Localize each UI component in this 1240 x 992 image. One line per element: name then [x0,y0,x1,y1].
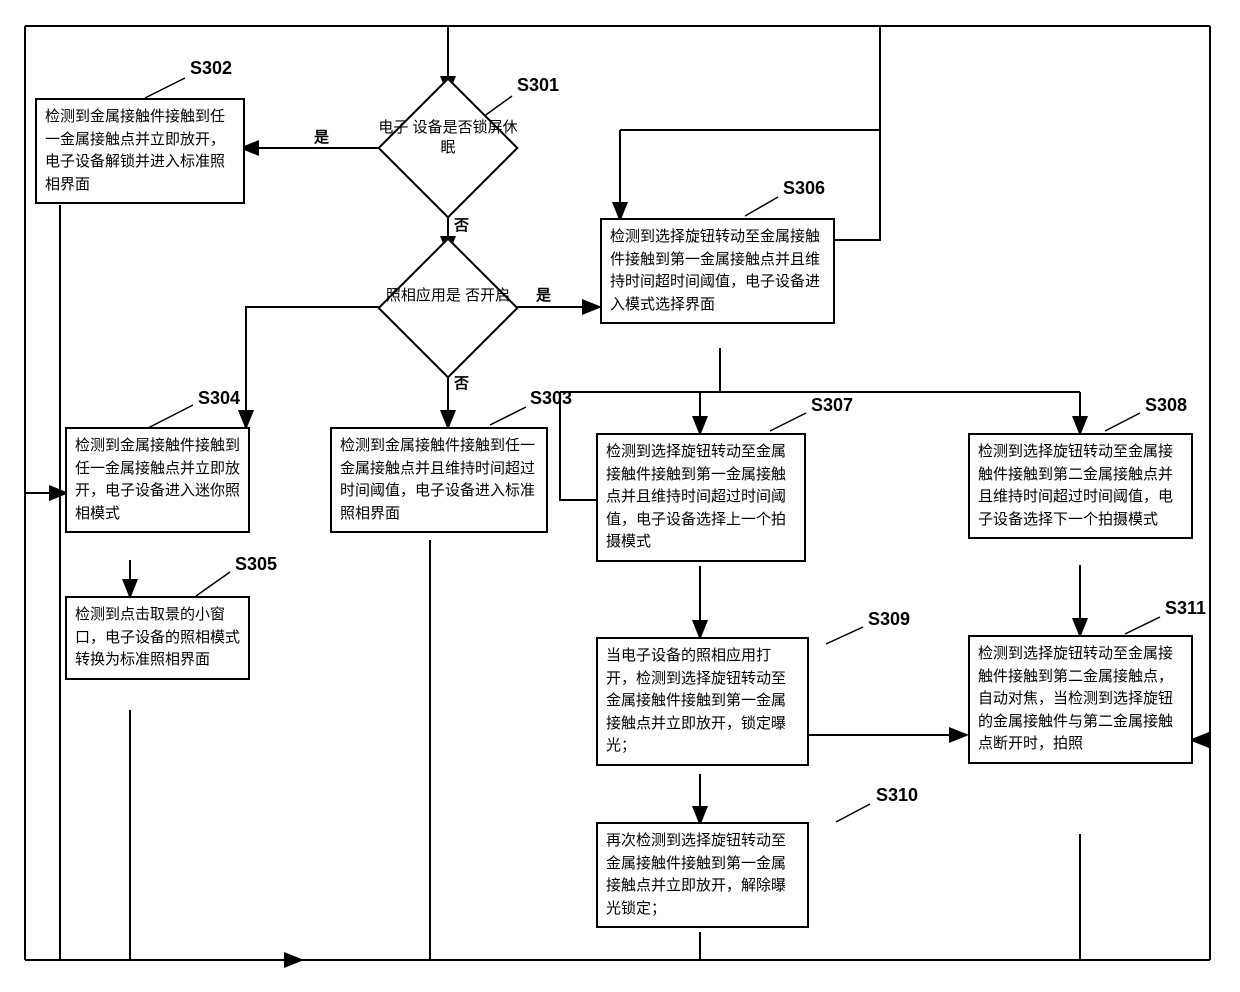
label-s306: S306 [783,178,825,199]
box-s306-text: 检测到选择旋钮转动至金属接触件接触到第一金属接触点并且维持时间超时间阈值，电子设… [610,228,820,313]
box-s308-text: 检测到选择旋钮转动至金属接触件接触到第二金属接触点并且维持时间超过时间阈值，电子… [978,443,1173,528]
box-s304: 检测到金属接触件接触到任一金属接触点并立即放开，电子设备进入迷你照相模式 [65,427,250,533]
box-s309: 当电子设备的照相应用打开，检测到选择旋钮转动至金属接触件接触到第一金属接触点并立… [596,637,809,766]
box-s305-text: 检测到点击取景的小窗口，电子设备的照相模式转换为标准照相界面 [75,606,240,668]
label-s307: S307 [811,395,853,416]
box-s302: 检测到金属接触件接触到任一金属接触点并立即放开，电子设备解锁并进入标准照相界面 [35,98,245,204]
decision-d1-text: 电子 设备是否锁屏休 眠 [378,118,518,157]
label-s311: S311 [1165,598,1206,619]
box-s308: 检测到选择旋钮转动至金属接触件接触到第二金属接触点并且维持时间超过时间阈值，电子… [968,433,1193,539]
box-s303-text: 检测到金属接触件接触到任一金属接触点并且维持时间超过时间阈值，电子设备进入标准照… [340,437,535,522]
label-s303: S303 [530,388,572,409]
box-s304-text: 检测到金属接触件接触到任一金属接触点并立即放开，电子设备进入迷你照相模式 [75,437,240,522]
box-s303: 检测到金属接触件接触到任一金属接触点并且维持时间超过时间阈值，电子设备进入标准照… [330,427,548,533]
box-s305: 检测到点击取景的小窗口，电子设备的照相模式转换为标准照相界面 [65,596,250,680]
label-s305: S305 [235,554,277,575]
box-s311: 检测到选择旋钮转动至金属接触件接触到第二金属接触点，自动对焦，当检测到选择旋钮的… [968,635,1193,764]
box-s302-text: 检测到金属接触件接触到任一金属接触点并立即放开，电子设备解锁并进入标准照相界面 [45,108,225,193]
box-s311-text: 检测到选择旋钮转动至金属接触件接触到第二金属接触点，自动对焦，当检测到选择旋钮的… [978,645,1173,752]
box-s309-text: 当电子设备的照相应用打开，检测到选择旋钮转动至金属接触件接触到第一金属接触点并立… [606,647,786,754]
decision-d2-text: 照相应用是 否开启 [378,286,518,306]
decision-d2 [377,237,518,378]
edge-no-2: 否 [454,372,469,393]
flowchart-canvas: 电子 设备是否锁屏休 眠 照相应用是 否开启 是 否 是 否 检测到金属接触件接… [0,0,1240,992]
label-s309: S309 [868,609,910,630]
label-s304: S304 [198,388,240,409]
edge-yes-2: 是 [536,284,551,305]
label-s308: S308 [1145,395,1187,416]
label-s310: S310 [876,785,918,806]
box-s307-text: 检测到选择旋钮转动至金属接触件接触到第一金属接触点并且维持时间超过时间阈值，电子… [606,443,786,550]
label-s301: S301 [517,75,559,96]
edge-no-1: 否 [454,214,469,235]
box-s310-text: 再次检测到选择旋钮转动至金属接触件接触到第一金属接触点并立即放开，解除曝光锁定； [606,832,786,917]
label-s302: S302 [190,58,232,79]
box-s307: 检测到选择旋钮转动至金属接触件接触到第一金属接触点并且维持时间超过时间阈值，电子… [596,433,806,562]
box-s310: 再次检测到选择旋钮转动至金属接触件接触到第一金属接触点并立即放开，解除曝光锁定； [596,822,809,928]
box-s306: 检测到选择旋钮转动至金属接触件接触到第一金属接触点并且维持时间超时间阈值，电子设… [600,218,835,324]
edge-yes-1: 是 [314,126,329,147]
